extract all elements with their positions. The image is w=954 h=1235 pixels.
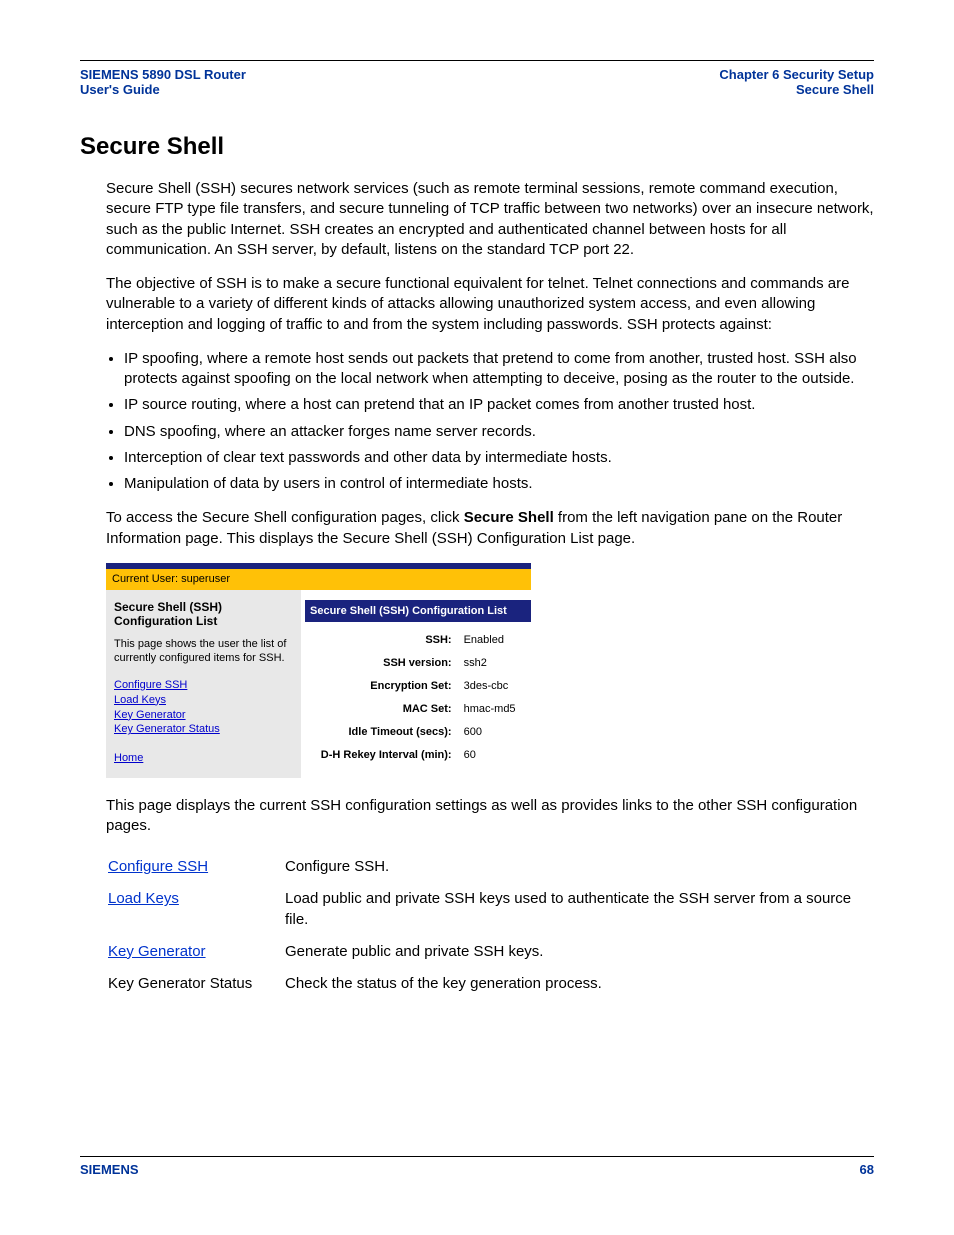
list-item: IP source routing, where a host can pret… bbox=[124, 395, 874, 415]
ssh-config-screenshot: Current User: superuser Secure Shell (SS… bbox=[106, 563, 531, 778]
config-value: hmac-md5 bbox=[459, 699, 529, 720]
label-key-generator-status: Key Generator Status bbox=[108, 975, 252, 992]
table-row: Idle Timeout (secs):600 bbox=[307, 722, 529, 743]
config-links-table: Configure SSH Configure SSH. Load Keys L… bbox=[106, 850, 874, 1001]
config-label: SSH version: bbox=[307, 653, 457, 674]
panel-title: Secure Shell (SSH) Configuration List bbox=[305, 600, 531, 623]
current-user-bar: Current User: superuser bbox=[106, 569, 531, 590]
config-label: MAC Set: bbox=[307, 699, 457, 720]
page-title: Secure Shell bbox=[80, 133, 874, 161]
header-chapter: Chapter 6 Security Setup bbox=[719, 67, 874, 82]
link-description: Load public and private SSH keys used to… bbox=[285, 884, 872, 935]
config-value: ssh2 bbox=[459, 653, 529, 674]
config-value: Enabled bbox=[459, 630, 529, 651]
table-row: D-H Rekey Interval (min):60 bbox=[307, 745, 529, 766]
text: To access the Secure Shell configuration… bbox=[106, 509, 464, 526]
table-row: Key Generator Generate public and privat… bbox=[108, 937, 872, 967]
list-item: Interception of clear text passwords and… bbox=[124, 448, 874, 468]
link-description: Check the status of the key generation p… bbox=[285, 969, 872, 999]
link-description: Configure SSH. bbox=[285, 852, 872, 882]
page-number: 68 bbox=[860, 1162, 874, 1177]
page-header: SIEMENS 5890 DSL Router User's Guide Cha… bbox=[80, 67, 874, 97]
table-row: SSH:Enabled bbox=[307, 630, 529, 651]
list-item: Manipulation of data by users in control… bbox=[124, 474, 874, 494]
header-product: SIEMENS 5890 DSL Router bbox=[80, 67, 246, 82]
sidebar-link-key-generator[interactable]: Key Generator bbox=[114, 708, 293, 723]
table-row: Encryption Set:3des-cbc bbox=[307, 676, 529, 697]
config-label: Idle Timeout (secs): bbox=[307, 722, 457, 743]
link-configure-ssh[interactable]: Configure SSH bbox=[108, 858, 208, 875]
table-row: Load Keys Load public and private SSH ke… bbox=[108, 884, 872, 935]
config-label: Encryption Set: bbox=[307, 676, 457, 697]
screenshot-main-panel: Secure Shell (SSH) Configuration List SS… bbox=[301, 590, 531, 778]
header-left: SIEMENS 5890 DSL Router User's Guide bbox=[80, 67, 246, 97]
header-rule bbox=[80, 60, 874, 61]
ssh-config-table: SSH:Enabled SSH version:ssh2 Encryption … bbox=[305, 628, 531, 767]
sidebar-link-key-generator-status[interactable]: Key Generator Status bbox=[114, 722, 293, 737]
header-section: Secure Shell bbox=[719, 82, 874, 97]
footer-brand: SIEMENS bbox=[80, 1162, 139, 1177]
sidebar-link-home[interactable]: Home bbox=[114, 751, 293, 766]
config-label: SSH: bbox=[307, 630, 457, 651]
paragraph-display: This page displays the current SSH confi… bbox=[106, 796, 874, 837]
table-row: Configure SSH Configure SSH. bbox=[108, 852, 872, 882]
header-right: Chapter 6 Security Setup Secure Shell bbox=[719, 67, 874, 97]
paragraph-objective: The objective of SSH is to make a secure… bbox=[106, 274, 874, 335]
footer-rule bbox=[80, 1156, 874, 1157]
sidebar-link-load-keys[interactable]: Load Keys bbox=[114, 693, 293, 708]
table-row: SSH version:ssh2 bbox=[307, 653, 529, 674]
config-value: 600 bbox=[459, 722, 529, 743]
table-row: MAC Set:hmac-md5 bbox=[307, 699, 529, 720]
config-value: 3des-cbc bbox=[459, 676, 529, 697]
page-footer: SIEMENS 68 bbox=[80, 1156, 874, 1177]
sidebar-link-configure-ssh[interactable]: Configure SSH bbox=[114, 678, 293, 693]
link-load-keys[interactable]: Load Keys bbox=[108, 890, 179, 907]
paragraph-access: To access the Secure Shell configuration… bbox=[106, 508, 874, 549]
list-item: DNS spoofing, where an attacker forges n… bbox=[124, 422, 874, 442]
secure-shell-bold: Secure Shell bbox=[464, 509, 554, 526]
link-key-generator[interactable]: Key Generator bbox=[108, 943, 206, 960]
config-label: D-H Rekey Interval (min): bbox=[307, 745, 457, 766]
paragraph-intro: Secure Shell (SSH) secures network servi… bbox=[106, 179, 874, 260]
table-row: Key Generator Status Check the status of… bbox=[108, 969, 872, 999]
header-guide: User's Guide bbox=[80, 82, 246, 97]
link-description: Generate public and private SSH keys. bbox=[285, 937, 872, 967]
screenshot-sidebar: Secure Shell (SSH) Configuration List Th… bbox=[106, 590, 301, 778]
sidebar-description: This page shows the user the list of cur… bbox=[114, 638, 293, 666]
protection-list: IP spoofing, where a remote host sends o… bbox=[124, 349, 874, 495]
config-value: 60 bbox=[459, 745, 529, 766]
sidebar-title: Secure Shell (SSH) Configuration List bbox=[114, 600, 293, 629]
list-item: IP spoofing, where a remote host sends o… bbox=[124, 349, 874, 390]
